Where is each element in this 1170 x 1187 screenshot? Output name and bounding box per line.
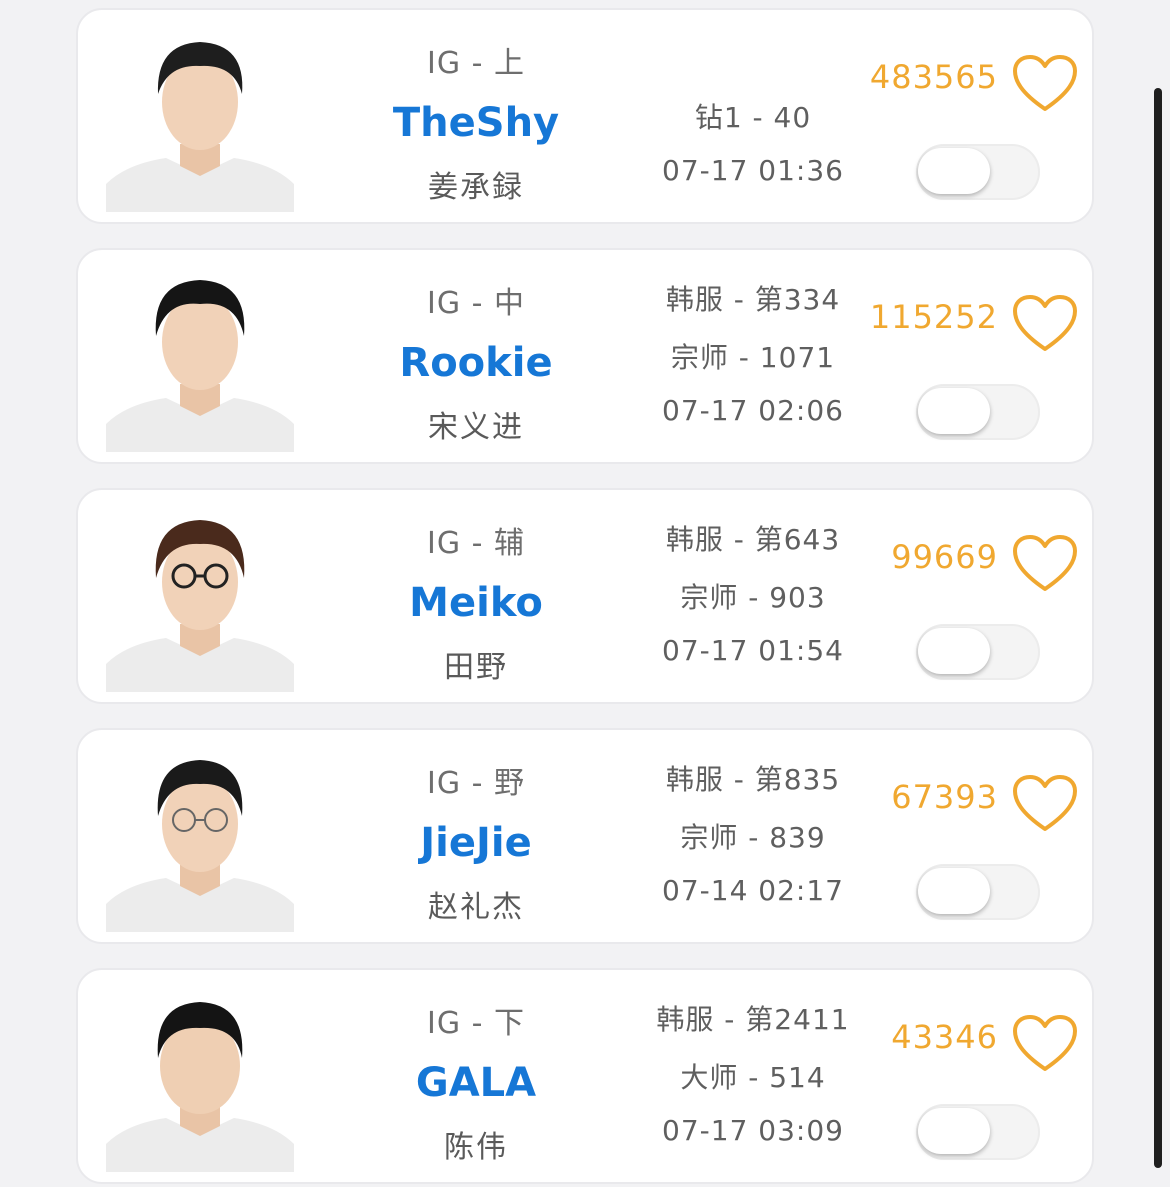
player-card[interactable]: IG - 辅 Meiko 田野 韩服 - 第643 宗师 - 903 07-17… bbox=[76, 488, 1094, 704]
toggle-knob bbox=[918, 1108, 990, 1154]
timestamp: 07-17 01:36 bbox=[662, 154, 844, 187]
player-avatar bbox=[106, 264, 294, 452]
player-avatar bbox=[106, 984, 294, 1172]
rank-info: 钻1 - 40 bbox=[694, 101, 812, 134]
follow-toggle[interactable] bbox=[916, 144, 1040, 200]
tier-points: 宗师 - 1071 bbox=[670, 341, 836, 374]
team-position: IG - 野 bbox=[427, 766, 525, 801]
like-count: 115252 bbox=[869, 298, 998, 336]
player-real-name: 田野 bbox=[444, 650, 508, 685]
player-real-name: 宋义进 bbox=[428, 410, 524, 445]
player-real-name: 姜承録 bbox=[428, 170, 524, 205]
player-avatar bbox=[106, 744, 294, 932]
player-handle[interactable]: JieJie bbox=[376, 820, 576, 866]
player-real-name: 陈伟 bbox=[444, 1130, 508, 1165]
team-position: IG - 下 bbox=[427, 1006, 525, 1041]
player-handle[interactable]: Rookie bbox=[376, 340, 576, 386]
player-card[interactable]: IG - 野 JieJie 赵礼杰 韩服 - 第835 宗师 - 839 07-… bbox=[76, 728, 1094, 944]
follow-toggle[interactable] bbox=[916, 1104, 1040, 1160]
team-position: IG - 中 bbox=[427, 286, 525, 321]
tier-points: 宗师 - 903 bbox=[680, 581, 826, 614]
player-card[interactable]: IG - 上 TheShy 姜承録 钻1 - 40 07-17 01:36 48… bbox=[76, 8, 1094, 224]
server-rank: 韩服 - 第2411 bbox=[656, 1003, 850, 1036]
toggle-knob bbox=[918, 388, 990, 434]
server-rank: 韩服 - 第835 bbox=[665, 763, 841, 796]
player-real-name: 赵礼杰 bbox=[428, 890, 524, 925]
player-card[interactable]: IG - 下 GALA 陈伟 韩服 - 第2411 大师 - 514 07-17… bbox=[76, 968, 1094, 1184]
player-handle[interactable]: GALA bbox=[376, 1060, 576, 1106]
like-count: 43346 bbox=[891, 1018, 998, 1056]
heart-icon[interactable] bbox=[1012, 1014, 1078, 1074]
heart-icon[interactable] bbox=[1012, 774, 1078, 834]
like-count: 483565 bbox=[869, 58, 998, 96]
like-count: 99669 bbox=[891, 538, 998, 576]
team-position: IG - 上 bbox=[427, 46, 525, 81]
heart-icon[interactable] bbox=[1012, 534, 1078, 594]
follow-toggle[interactable] bbox=[916, 864, 1040, 920]
timestamp: 07-17 01:54 bbox=[662, 634, 844, 667]
follow-toggle[interactable] bbox=[916, 624, 1040, 680]
player-card[interactable]: IG - 中 Rookie 宋义进 韩服 - 第334 宗师 - 1071 07… bbox=[76, 248, 1094, 464]
heart-icon[interactable] bbox=[1012, 294, 1078, 354]
tier-points: 宗师 - 839 bbox=[680, 821, 826, 854]
player-avatar bbox=[106, 504, 294, 692]
server-rank: 韩服 - 第334 bbox=[665, 283, 841, 316]
team-position: IG - 辅 bbox=[427, 526, 525, 561]
server-rank: 韩服 - 第643 bbox=[665, 523, 841, 556]
tier-points: 大师 - 514 bbox=[680, 1061, 826, 1094]
player-handle[interactable]: Meiko bbox=[376, 580, 576, 626]
toggle-knob bbox=[918, 868, 990, 914]
follow-toggle[interactable] bbox=[916, 384, 1040, 440]
heart-icon[interactable] bbox=[1012, 54, 1078, 114]
toggle-knob bbox=[918, 148, 990, 194]
toggle-knob bbox=[918, 628, 990, 674]
scrollbar[interactable] bbox=[1154, 88, 1162, 1168]
like-count: 67393 bbox=[891, 778, 998, 816]
player-handle[interactable]: TheShy bbox=[376, 100, 576, 146]
player-avatar bbox=[106, 24, 294, 212]
timestamp: 07-17 03:09 bbox=[662, 1114, 844, 1147]
timestamp: 07-14 02:17 bbox=[662, 874, 844, 907]
timestamp: 07-17 02:06 bbox=[662, 394, 844, 427]
